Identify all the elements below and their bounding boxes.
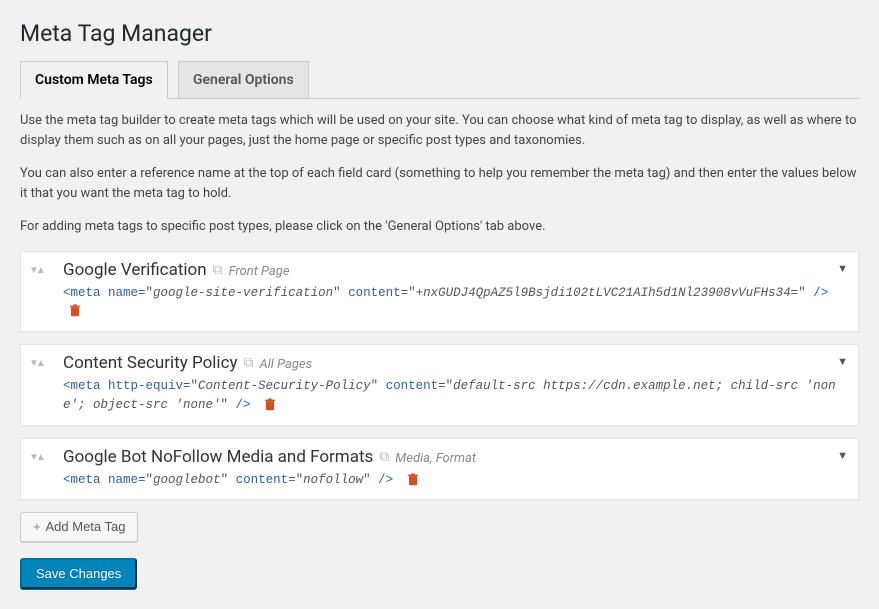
drag-handle-icon[interactable]: ▼▲	[29, 359, 43, 369]
tab-general-options[interactable]: General Options	[178, 61, 309, 98]
save-changes-button[interactable]: Save Changes	[20, 558, 137, 589]
drag-handle-icon[interactable]: ▼▲	[29, 453, 43, 463]
tab-custom-meta-tags[interactable]: Custom Meta Tags	[20, 61, 168, 99]
card-title: Google Verification	[63, 260, 207, 280]
card-scope: Media, Format	[395, 451, 476, 466]
card-code: <meta name="google-site-verification" co…	[63, 284, 846, 322]
collapse-toggle-icon[interactable]: ▼	[837, 262, 848, 275]
card-title: Google Bot NoFollow Media and Formats	[63, 447, 373, 467]
card-code: <meta http-equiv="Content-Security-Polic…	[63, 377, 846, 415]
intro-p1: Use the meta tag builder to create meta …	[20, 111, 859, 150]
page-title: Meta Tag Manager	[20, 10, 859, 52]
intro-p2: You can also enter a reference name at t…	[20, 164, 859, 203]
add-meta-tag-label: Add Meta Tag	[46, 519, 126, 534]
copy-icon[interactable]: ⧉	[379, 449, 389, 465]
collapse-toggle-icon[interactable]: ▼	[837, 449, 848, 462]
copy-icon[interactable]: ⧉	[244, 355, 254, 371]
trash-icon[interactable]	[69, 304, 81, 317]
card-title: Content Security Policy	[63, 353, 238, 373]
intro-text: Use the meta tag builder to create meta …	[20, 111, 859, 237]
intro-p3: For adding meta tags to specific post ty…	[20, 217, 859, 237]
plus-icon: +	[33, 519, 41, 534]
meta-tag-card: ▼▲ ▼ Google Bot NoFollow Media and Forma…	[20, 438, 859, 501]
meta-tag-card: ▼▲ ▼ Content Security Policy ⧉ All Pages…	[20, 344, 859, 426]
meta-tag-card: ▼▲ ▼ Google Verification ⧉ Front Page <m…	[20, 251, 859, 333]
copy-icon[interactable]: ⧉	[213, 262, 223, 278]
trash-icon[interactable]	[407, 473, 419, 486]
card-code: <meta name="googlebot" content="nofollow…	[63, 471, 846, 490]
card-scope: Front Page	[229, 264, 290, 279]
tabs: Custom Meta Tags General Options	[20, 52, 859, 99]
add-meta-tag-button[interactable]: + Add Meta Tag	[20, 512, 138, 542]
drag-handle-icon[interactable]: ▼▲	[29, 266, 43, 276]
collapse-toggle-icon[interactable]: ▼	[837, 355, 848, 368]
card-scope: All Pages	[260, 357, 313, 372]
trash-icon[interactable]	[264, 398, 276, 411]
